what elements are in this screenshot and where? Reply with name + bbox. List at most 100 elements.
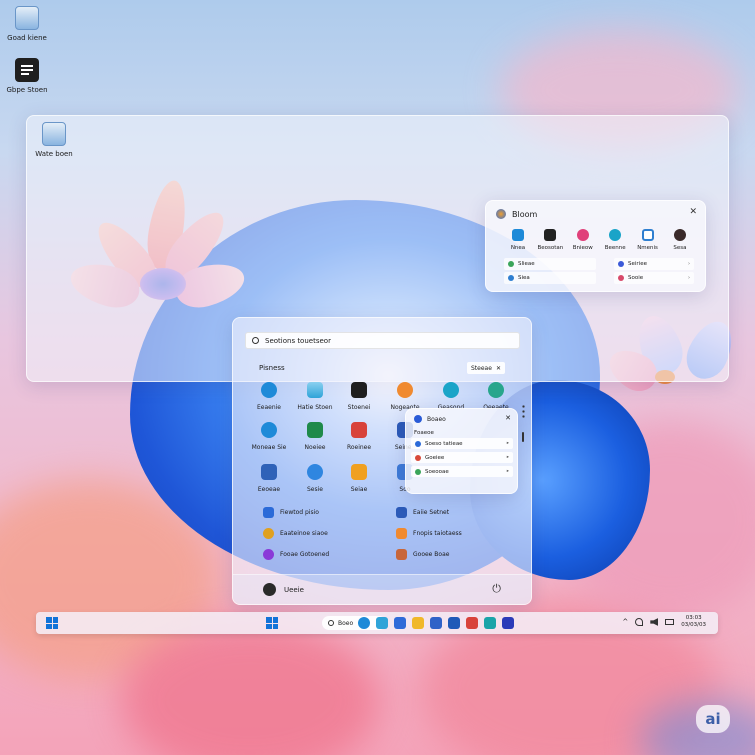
flyout-header: Boaeo: [414, 415, 446, 423]
edge-icon[interactable]: [358, 617, 370, 629]
circle-app-icon: [263, 549, 274, 560]
pinned-app[interactable]: Nogeaote: [382, 382, 428, 411]
bloom-app-tile[interactable]: Nmenis: [634, 229, 662, 251]
edge-icon: [261, 382, 277, 398]
close-button[interactable]: ✕: [689, 207, 697, 217]
excel-icon: [307, 422, 323, 438]
recommended-item[interactable]: Gooee Boae: [396, 549, 449, 560]
pinned-app[interactable]: Hatie Stoen: [292, 382, 338, 411]
status-dot-icon: [508, 275, 514, 281]
recycle-bin-icon: [15, 6, 39, 30]
search-icon: [252, 337, 259, 344]
bloom-list-item[interactable]: Slieae: [504, 258, 596, 270]
desktop-icon-recycle-bin-2[interactable]: Wate boen: [27, 122, 81, 158]
edge-icon: [512, 229, 524, 241]
chevron-right-icon: ›: [688, 261, 690, 267]
file-icon: [263, 507, 274, 518]
document-app-icon: [15, 58, 39, 82]
recommended-item[interactable]: Eaiie Setnet: [396, 507, 449, 518]
chevron-right-icon: ▸: [506, 441, 509, 446]
recycle-bin-icon: [42, 122, 66, 146]
chevron-right-icon: ▸: [506, 469, 509, 474]
powerpoint-icon: [351, 422, 367, 438]
chrome-icon: [263, 528, 274, 539]
recommended-item[interactable]: Fiewtod pisio: [263, 507, 319, 518]
volume-icon[interactable]: [650, 618, 659, 626]
start-search-input[interactable]: Seotions touetseor: [245, 332, 520, 349]
network-icon[interactable]: [635, 618, 644, 626]
system-tray: ^ 03:03 03/03/03: [622, 615, 706, 629]
pinned-app[interactable]: Oeeaete: [473, 382, 519, 411]
bloom-app-icon: [496, 209, 506, 219]
bloom-app-tile[interactable]: Sesa: [666, 229, 694, 251]
file-explorer-icon[interactable]: [394, 617, 406, 629]
recommended-item[interactable]: Fooae Gotoened: [263, 549, 329, 560]
status-dot-icon: [618, 275, 624, 281]
photos-icon[interactable]: [376, 617, 388, 629]
chevron-right-icon: ▸: [506, 455, 509, 460]
chevron-up-icon[interactable]: ^: [622, 618, 628, 626]
close-button[interactable]: ✕: [505, 414, 511, 422]
bloom-window-title: Bloom: [496, 209, 537, 219]
bloom-window: Bloom ✕ Nnea Beosotan Bnieow Beenne Nmen…: [485, 200, 706, 292]
flyout-menu-item[interactable]: Soeso tatieae ▸: [411, 438, 513, 449]
status-dot-icon: [508, 261, 514, 267]
pinned-app[interactable]: Roeinee: [336, 422, 382, 451]
flyout-menu-item[interactable]: Soeooae ▸: [411, 466, 513, 477]
scrollbar-thumb[interactable]: [522, 432, 524, 442]
terminal-icon: [544, 229, 557, 241]
pinned-filter-chip[interactable]: Steeae ✕: [467, 362, 505, 374]
photos-icon: [307, 382, 323, 398]
flower-icon: [576, 229, 589, 241]
bloom-app-tile[interactable]: Beenne: [601, 229, 629, 251]
recommended-item[interactable]: Fnopis taiotaess: [396, 528, 462, 539]
teams-icon[interactable]: [484, 617, 496, 629]
status-dot-icon: [415, 468, 421, 475]
pinned-app[interactable]: Seiae: [336, 464, 382, 493]
start-button[interactable]: [266, 617, 278, 629]
store-icon[interactable]: [430, 617, 442, 629]
context-flyout: Boaeo ✕ Foaeoe Soeso tatieae ▸ Goeiee ▸ So…: [405, 408, 518, 494]
bloom-list-item[interactable]: Seiriee ›: [614, 258, 694, 270]
close-icon[interactable]: ✕: [496, 365, 501, 372]
calculator-icon: [351, 464, 367, 480]
pinned-app[interactable]: Moneae Sie: [246, 422, 292, 451]
avatar-icon: [673, 229, 686, 241]
pinned-app[interactable]: Sesie: [292, 464, 338, 493]
desktop-icon-label: Goad kiene: [7, 34, 47, 42]
clock[interactable]: 03:03 03/03/03: [681, 615, 706, 629]
pinned-app[interactable]: Stoenei: [336, 382, 382, 411]
power-icon[interactable]: ⏻: [492, 582, 501, 596]
edge-icon: [261, 422, 277, 438]
file-icon: [396, 507, 407, 518]
folder-icon[interactable]: [412, 617, 424, 629]
calendar-icon[interactable]: [466, 617, 478, 629]
pinned-app[interactable]: Noeiee: [292, 422, 338, 451]
flyout-section-label: Foaeoe: [414, 430, 434, 436]
bloom-list-item[interactable]: Siea: [504, 272, 596, 284]
start-menu-footer: Ueeie ⏻: [233, 574, 531, 604]
more-options-icon[interactable]: [522, 404, 525, 420]
pinned-app[interactable]: Eeoeae: [246, 464, 292, 493]
file-icon: [396, 528, 407, 539]
bloom-app-tile[interactable]: Beosotan: [536, 229, 564, 251]
flyout-menu-item[interactable]: Goeiee ▸: [411, 452, 513, 463]
maps-icon: [609, 229, 622, 241]
mail-icon[interactable]: [448, 617, 460, 629]
camera-icon: [641, 229, 654, 241]
bloom-list-item[interactable]: Sooie ›: [614, 272, 694, 284]
desktop-icon-document-app[interactable]: Gbpe Stoen: [0, 58, 54, 94]
pinned-app[interactable]: Geasond: [428, 382, 474, 411]
edge-icon: [488, 382, 504, 398]
bloom-app-grid: Nnea Beosotan Bnieow Beenne Nmenis Sesa: [504, 229, 694, 251]
bloom-app-tile[interactable]: Bnieow: [569, 229, 597, 251]
recommended-item[interactable]: Eaateinoe siaoe: [263, 528, 328, 539]
battery-icon[interactable]: [665, 619, 675, 625]
windows-logo-icon[interactable]: [46, 617, 58, 629]
pinned-section-label: Pisness: [259, 364, 285, 372]
settings-icon[interactable]: [502, 617, 514, 629]
bloom-app-tile[interactable]: Nnea: [504, 229, 532, 251]
desktop-icon-recycle-bin[interactable]: Goad kiene: [0, 6, 54, 42]
pinned-app[interactable]: Eeaenie: [246, 382, 292, 411]
user-account-button[interactable]: Ueeie: [263, 583, 304, 596]
